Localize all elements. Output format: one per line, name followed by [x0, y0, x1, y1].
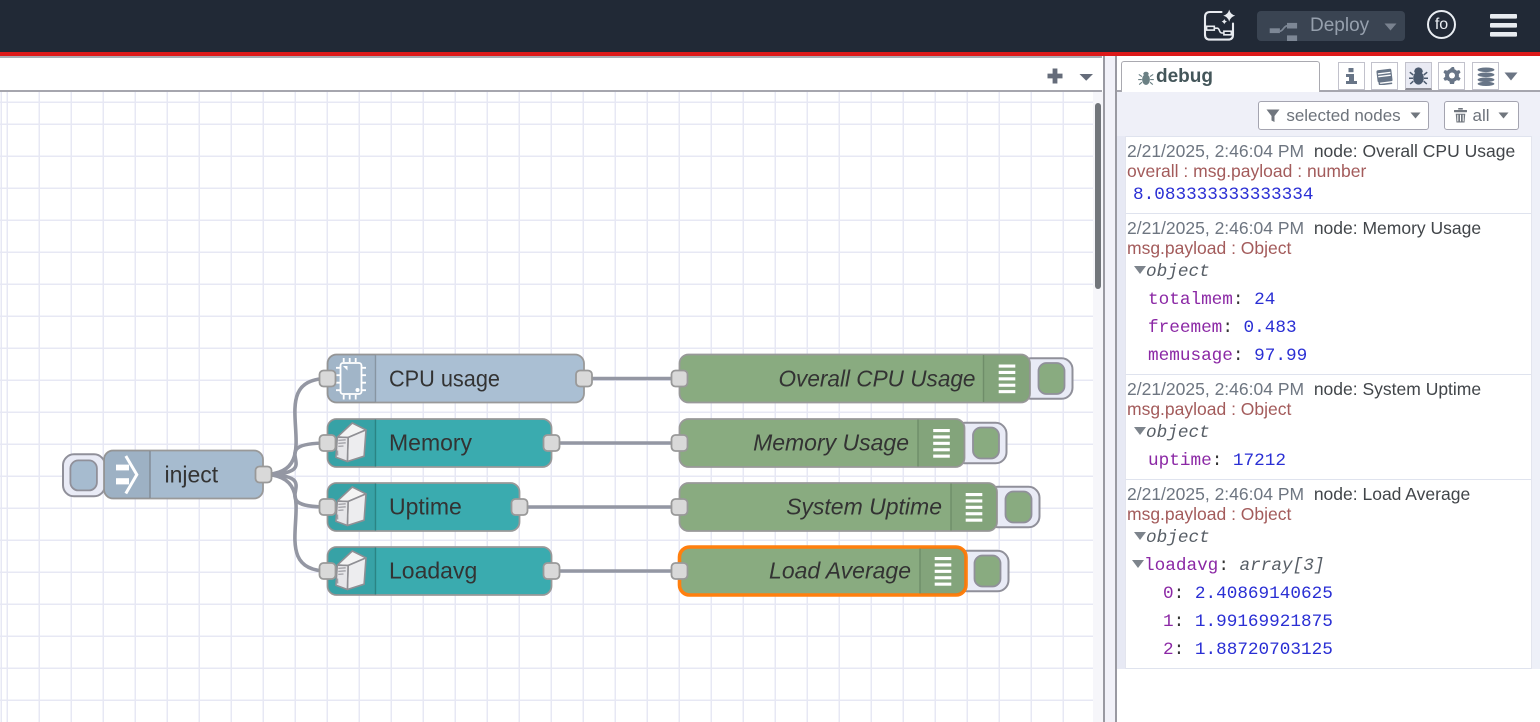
svg-text:Uptime: Uptime	[389, 494, 462, 520]
svg-text:System Uptime: System Uptime	[786, 494, 942, 520]
svg-text:Load Average: Load Average	[769, 558, 911, 584]
svg-text:Memory: Memory	[389, 430, 473, 456]
svg-text:inject: inject	[165, 462, 219, 488]
svg-text:Loadavg: Loadavg	[389, 558, 477, 584]
svg-text:CPU usage: CPU usage	[389, 366, 500, 392]
svg-text:Overall CPU Usage: Overall CPU Usage	[779, 366, 976, 392]
svg-text:Memory Usage: Memory Usage	[753, 430, 909, 456]
